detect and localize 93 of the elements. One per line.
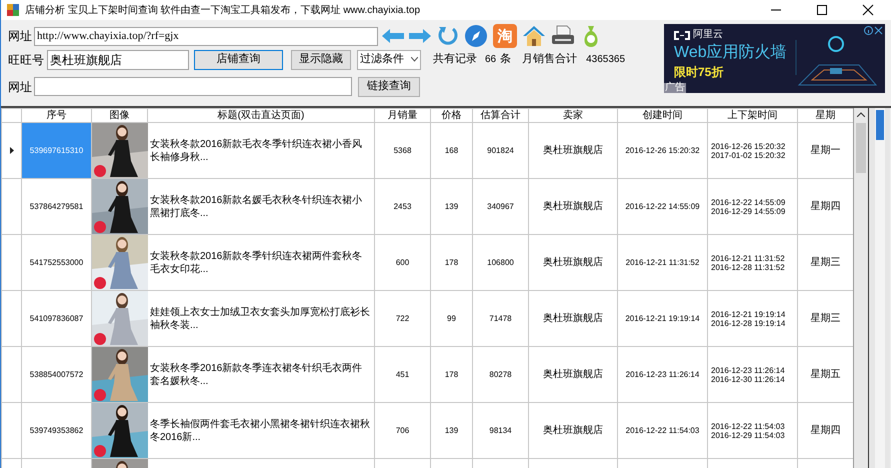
cloud-logo-icon: [674, 30, 690, 40]
listing-time: 2016-12-22 14:55:09: [711, 198, 786, 206]
column-header[interactable]: 创建时间: [618, 108, 708, 122]
seller-cell: 奥杜班旗舰店: [528, 234, 618, 290]
sales-cell: 451: [374, 346, 430, 402]
listing-time: 2016-12-21 19:19:14: [711, 310, 786, 318]
price-cell: 178: [430, 234, 472, 290]
link-field[interactable]: [34, 77, 352, 96]
title-cell: 娃娃领上衣女士加绒卫衣女套头加厚宽松打底衫长袖秋冬装...: [148, 290, 374, 346]
wangwang-field[interactable]: 奥杜班旗舰店: [47, 50, 189, 70]
seller-cell: 奥杜班旗舰店: [528, 122, 618, 178]
created-cell: 2016-12-23 11:26:14: [618, 346, 708, 402]
listing-time: 2016-12-23 11:26:14: [711, 366, 786, 374]
listing-time: 2016-12-21 11:31:52: [711, 254, 786, 262]
page-scrollbar[interactable]: [874, 108, 884, 468]
listing-time: 2016-12-29 14:55:09: [711, 206, 786, 216]
scrollbar-thumb[interactable]: [876, 110, 884, 140]
column-header[interactable]: 估算合计: [472, 108, 528, 122]
sales-total-value: 4365365: [586, 53, 626, 67]
records-count: 66: [485, 53, 496, 67]
listing-time: 2017-01-02 15:20:32: [711, 150, 786, 160]
vertical-scrollbar[interactable]: [853, 108, 868, 468]
scrollbar-thumb[interactable]: [856, 123, 866, 173]
compass-icon[interactable]: [464, 24, 488, 48]
column-header[interactable]: 价格: [430, 108, 472, 122]
filter-dropdown[interactable]: 过滤条件: [357, 50, 421, 70]
seller-cell: 奥杜班旗舰店: [528, 346, 618, 402]
column-header[interactable]: 上下架时间: [708, 108, 798, 122]
id-cell: 541752553000: [22, 234, 92, 290]
column-header[interactable]: 图像: [92, 108, 148, 122]
title-cell: 女装秋冬季2016新款冬季连衣裙冬针织毛衣两件套名媛秋冬...: [148, 346, 374, 402]
records-unit: 条: [500, 52, 512, 68]
sales-cell: 600: [374, 234, 430, 290]
id-cell: 537864279581: [22, 178, 92, 234]
price-cell: 99: [430, 290, 472, 346]
listing-time: 2016-12-29 11:54:03: [711, 430, 786, 440]
ad-brand: 阿里云: [693, 30, 723, 40]
link-query-button[interactable]: 链接查询: [358, 76, 420, 96]
id-cell: 541097836087: [22, 290, 92, 346]
wangwang-label: 旺旺号: [8, 52, 45, 68]
seller-cell: 奥杜班旗舰店: [528, 178, 618, 234]
title-cell: 女装秋冬款2016新款毛衣冬季针织连衣裙小香风长袖修身秋...: [148, 122, 374, 178]
link-label: 网址: [8, 78, 33, 96]
title-cell: 女装秋冬款2016新款冬季针织连衣裙两件套秋冬毛衣女印花...: [148, 234, 374, 290]
address-field[interactable]: http://www.chayixia.top/?rf=gjx: [34, 26, 378, 46]
ad-headline: Web应用防火墙: [674, 45, 787, 61]
scroll-up-icon[interactable]: [857, 112, 865, 117]
left-arrow-icon[interactable]: [382, 29, 404, 43]
address-label: 网址: [8, 28, 33, 45]
seller-cell: 奥杜班旗舰店: [528, 290, 618, 346]
total-cell: 901824: [472, 122, 528, 178]
listing-time: 2016-12-30 11:26:14: [711, 374, 786, 384]
sales-total-label: 月销售合计: [522, 52, 578, 68]
created-cell: 2016-12-26 15:20:32: [618, 122, 708, 178]
column-header[interactable]: 标题(双击直达页面): [148, 108, 374, 122]
home-icon[interactable]: [522, 24, 546, 48]
price-cell: 139: [430, 178, 472, 234]
chevron-down-icon: [411, 57, 418, 62]
total-cell: 80278: [472, 346, 528, 402]
sales-cell: 722: [374, 290, 430, 346]
id-cell: 538854007572: [22, 346, 92, 402]
total-cell: 106800: [472, 234, 528, 290]
window-title: 店铺分析 宝贝上下架时间查询 软件由查一下淘宝工具箱发布，下载网址 www.chayixia.top: [25, 4, 420, 18]
ad-info-icon[interactable]: [864, 26, 873, 35]
app-icon: [7, 4, 19, 16]
listing-time: 2016-12-28 19:19:14: [711, 318, 786, 328]
ad-close-icon[interactable]: [874, 26, 883, 35]
sales-cell: 2453: [374, 178, 430, 234]
ad-offer: 限时75折: [674, 66, 724, 78]
id-cell: 539749353862: [22, 402, 92, 458]
total-cell: 340967: [472, 178, 528, 234]
refresh-icon[interactable]: [437, 25, 459, 47]
price-cell: 178: [430, 346, 472, 402]
listing-time: 2016-12-28 11:31:52: [711, 262, 786, 272]
created-cell: 2016-12-22 14:55:09: [618, 178, 708, 234]
listing-time: 2016-12-22 11:54:03: [711, 422, 786, 430]
id-cell: 539697615310: [22, 122, 92, 178]
created-cell: 2016-12-21 11:31:52: [618, 234, 708, 290]
total-cell: 71478: [472, 290, 528, 346]
right-arrow-icon[interactable]: [409, 29, 431, 43]
show-hide-button[interactable]: 显示隐藏: [291, 50, 351, 70]
records-label: 共有记录: [433, 52, 477, 68]
column-header[interactable]: 星期: [798, 108, 853, 122]
listing-time: 2016-12-26 15:20:32: [711, 142, 786, 150]
created-cell: 2016-12-21 19:19:14: [618, 290, 708, 346]
shop-query-button[interactable]: 店铺查询: [194, 50, 283, 70]
advertisement-banner[interactable]: 阿里云 Web应用防火墙 限时75折 广告: [664, 24, 885, 93]
column-header[interactable]: 月销量: [374, 108, 430, 122]
price-cell: 168: [430, 122, 472, 178]
ad-tag: 广告: [664, 83, 686, 93]
printer-icon[interactable]: [551, 25, 575, 47]
title-cell: 女装秋冬款2016新款名媛毛衣秋冬针织连衣裙小黑裙打底冬...: [148, 178, 374, 234]
sales-cell: 5368: [374, 122, 430, 178]
